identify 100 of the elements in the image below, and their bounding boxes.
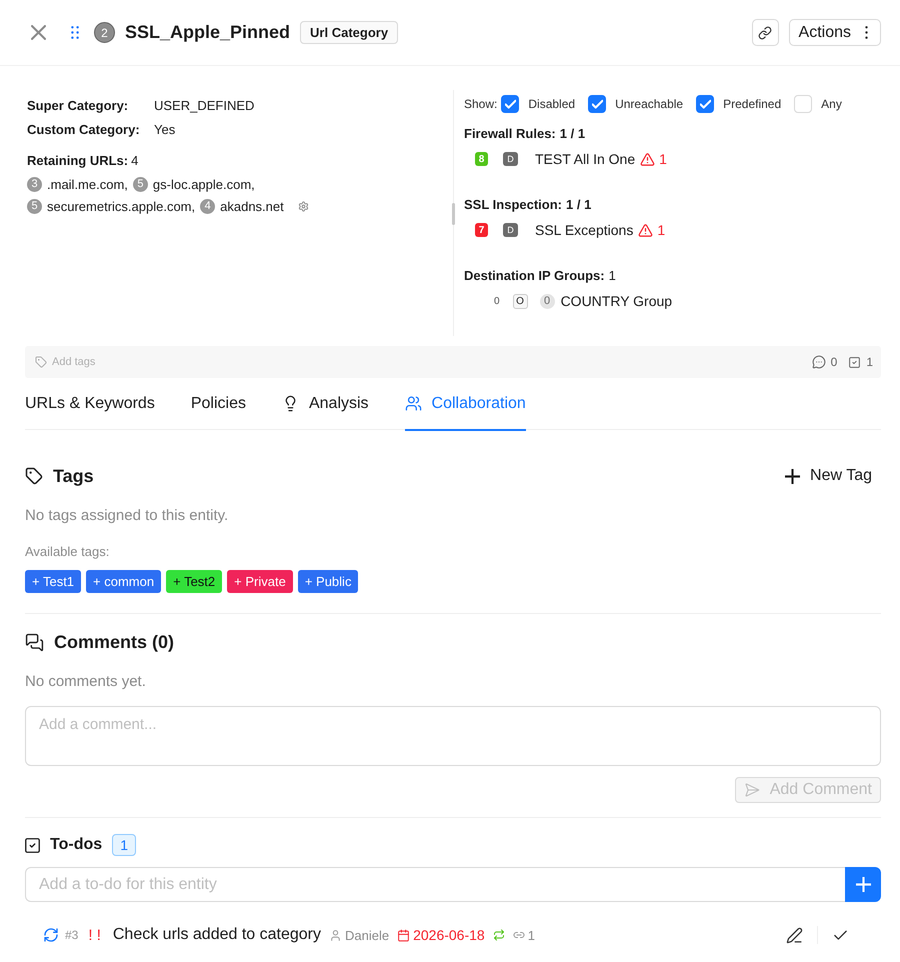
tag-chip[interactable]: + Test1 <box>25 570 82 593</box>
link-icon <box>758 26 772 40</box>
check-icon <box>504 98 516 110</box>
user-icon <box>329 928 342 942</box>
add-todo-button[interactable] <box>845 867 881 902</box>
url-text: securemetrics.apple.com, <box>47 198 196 214</box>
order-badge: 0 <box>540 294 555 308</box>
checkbox-label[interactable]: Predefined <box>723 97 782 111</box>
close-icon[interactable] <box>31 25 46 40</box>
order-badge: 7 <box>475 223 488 237</box>
warning-count: 1 <box>657 222 666 238</box>
comment-field[interactable]: Add a comment... <box>25 706 881 766</box>
edit-button[interactable] <box>786 926 803 944</box>
todo-icon <box>848 356 862 368</box>
section-title: Comments (0) <box>54 632 174 652</box>
group-count: 1 <box>608 268 616 282</box>
plus-icon <box>856 877 870 892</box>
link-button[interactable] <box>752 19 779 46</box>
tag-chip[interactable]: + Private <box>227 570 293 593</box>
group-count: 1 / 1 <box>560 126 586 140</box>
warning-icon <box>638 222 654 238</box>
available-tags-label: Available tags: <box>25 544 110 560</box>
order-badge: 8 <box>475 152 488 166</box>
drag-handle-icon[interactable] <box>71 26 79 39</box>
group-heading: SSL Inspection: <box>464 196 562 212</box>
checkbox[interactable] <box>588 95 606 113</box>
state-badge: D <box>503 223 518 237</box>
todo-number: #3 <box>65 928 78 942</box>
field-label: Super Category: <box>27 97 130 115</box>
warning-icon <box>640 152 656 166</box>
state-badge: D <box>503 152 518 166</box>
url-text: gs-loc.apple.com, <box>152 176 255 192</box>
comments-count: 0 <box>830 355 838 369</box>
todo-icon <box>25 838 40 852</box>
field-label: Retaining URLs: <box>27 152 128 170</box>
comments-icon <box>25 632 44 652</box>
settings-icon[interactable] <box>298 200 309 212</box>
count-badge: 1 <box>112 834 136 856</box>
show-label: Show: <box>464 97 498 111</box>
todo-title[interactable]: Check urls added to category <box>112 926 321 944</box>
state-badge: O <box>512 294 528 308</box>
field-value: Yes <box>154 121 176 139</box>
empty-message: No tags assigned to this entity. <box>25 506 230 526</box>
pencil-icon <box>786 926 803 944</box>
repeat-icon <box>492 929 505 941</box>
tag-icon <box>35 356 47 368</box>
send-icon <box>744 782 760 798</box>
warning-count: 1 <box>659 151 667 167</box>
more-icon <box>865 26 868 39</box>
plus-icon <box>785 468 800 484</box>
actions-button[interactable]: Actions <box>788 19 881 46</box>
url-count-badge: 3 <box>27 176 42 192</box>
checkbox-label[interactable]: Unreachable <box>615 97 684 111</box>
add-tags-field[interactable]: Add tags <box>25 346 807 378</box>
entity-title: SSL_Apple_Pinned <box>125 22 290 43</box>
count-badge: 2 <box>94 22 115 43</box>
check-icon <box>700 98 711 110</box>
users-icon <box>404 395 422 412</box>
checkbox[interactable] <box>696 95 714 113</box>
url-count-badge: 5 <box>132 176 148 192</box>
rule-name[interactable]: SSL Exceptions <box>535 222 634 238</box>
url-count-badge: 4 <box>200 198 216 214</box>
url-text: .mail.me.com, <box>47 176 128 192</box>
group-heading: Firewall Rules: <box>464 126 556 140</box>
tab[interactable]: URLs & Keywords <box>25 378 155 431</box>
rule-name[interactable]: TEST All In One <box>535 151 636 167</box>
group-name[interactable]: COUNTRY Group <box>560 293 672 309</box>
tag-chip[interactable]: + Public <box>298 570 358 593</box>
checkbox[interactable] <box>501 95 520 113</box>
todo-link-count: 1 <box>528 928 535 942</box>
resize-handle[interactable] <box>452 203 455 225</box>
check-icon <box>592 98 603 110</box>
checkbox-label[interactable]: Any <box>821 97 842 111</box>
calendar-icon <box>397 928 410 942</box>
checkbox-label[interactable]: Disabled <box>528 97 576 111</box>
section-title: To-dos <box>50 836 102 854</box>
type-badge: Url Category <box>300 21 398 44</box>
new-tag-button[interactable]: New Tag <box>785 467 881 485</box>
todo-field[interactable]: Add a to-do for this entity <box>25 867 845 902</box>
group-count: 1 / 1 <box>566 196 592 212</box>
tab[interactable]: Collaboration <box>404 378 526 431</box>
priority-marks: ! ! <box>88 926 101 944</box>
tag-icon <box>25 467 43 485</box>
tab[interactable]: Analysis <box>282 378 369 431</box>
link-icon <box>512 929 525 941</box>
group-heading: Destination IP Groups: <box>464 268 605 282</box>
tag-chip[interactable]: + common <box>86 570 162 593</box>
empty-message: No comments yet. <box>25 672 147 692</box>
field-label: Custom Category: <box>27 121 141 139</box>
section-title: Tags <box>53 466 94 486</box>
item-count: 0 <box>494 296 500 306</box>
tab[interactable]: Policies <box>190 378 246 431</box>
sync-icon <box>43 927 59 943</box>
url-count-badge: 5 <box>27 198 42 214</box>
field-value: USER_DEFINED <box>154 97 254 115</box>
todos-count: 1 <box>866 355 873 369</box>
tag-chip[interactable]: + Test2 <box>166 570 222 593</box>
comments-icon <box>812 355 826 369</box>
todo-due-date: 2026-06-18 <box>413 927 485 943</box>
url-text: akadns.net <box>220 198 284 214</box>
